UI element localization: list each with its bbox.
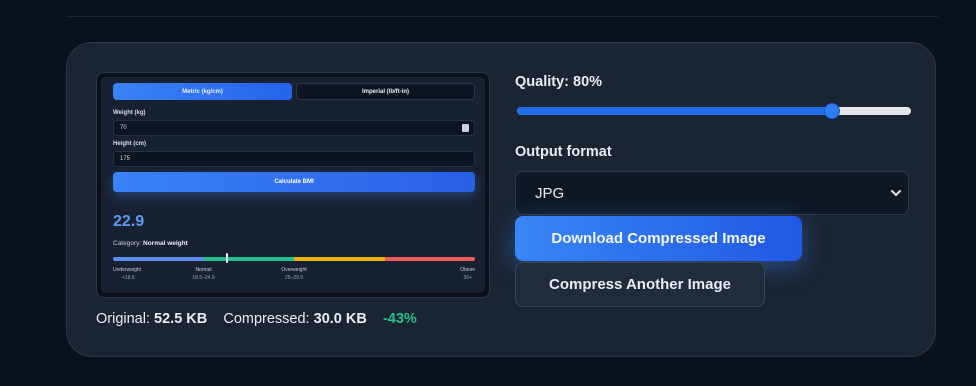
compressed-label: Compressed: bbox=[223, 311, 310, 327]
preview-scale-label-range: <18.5 bbox=[122, 275, 135, 281]
preview-scale-segment bbox=[113, 257, 204, 261]
compress-another-button[interactable]: Compress Another Image bbox=[515, 262, 765, 307]
preview-weight-field: 70 bbox=[113, 120, 475, 136]
preview-scale-segment bbox=[294, 257, 385, 261]
preview-scale-label-name: Underweight bbox=[113, 267, 142, 273]
preview-scale-label: Normal 18.5–24.9 bbox=[184, 266, 224, 282]
quality-slider-thumb[interactable] bbox=[824, 103, 841, 119]
preview-scale-label: Underweight <18.5 bbox=[113, 266, 153, 282]
preview-scale-label-range: 30+ bbox=[463, 275, 472, 281]
preview-scale-label-range: 25–29.9 bbox=[284, 275, 304, 281]
header-divider bbox=[66, 16, 938, 17]
quality-label: Quality: 80% bbox=[515, 74, 603, 90]
preview-scale-segment bbox=[384, 257, 475, 261]
size-stats: Original: 52.5 KB Compressed: 30.0 KB -4… bbox=[96, 311, 417, 327]
compressed-size: 30.0 KB bbox=[313, 311, 367, 327]
original-label: Original: bbox=[96, 311, 150, 327]
quality-slider-fill bbox=[517, 107, 833, 115]
preview-tab-imperial: Imperial (lb/ft-in) bbox=[296, 83, 475, 100]
quality-slider[interactable] bbox=[517, 103, 911, 119]
compressor-card: Metric (kg/cm) Imperial (lb/ft-in) Weigh… bbox=[66, 42, 936, 357]
preview-scale-label-range: 18.5–24.9 bbox=[192, 275, 215, 281]
chevron-down-icon bbox=[891, 190, 901, 196]
output-format-label: Output format bbox=[515, 144, 612, 160]
preview-weight-value: 70 bbox=[120, 125, 127, 131]
preview-scale-label: Obese 30+ bbox=[435, 266, 475, 282]
output-format-select[interactable]: JPG bbox=[515, 171, 909, 215]
image-preview: Metric (kg/cm) Imperial (lb/ft-in) Weigh… bbox=[96, 72, 490, 298]
preview-scale-segment bbox=[203, 257, 294, 261]
preview-bmi-marker bbox=[226, 253, 229, 263]
preview-height-label: Height (cm) bbox=[113, 141, 146, 147]
preview-category-value: Normal weight bbox=[143, 240, 188, 247]
reduction-badge: -43% bbox=[382, 311, 417, 327]
original-size: 52.5 KB bbox=[154, 311, 208, 327]
preview-bmi-value: 22.9 bbox=[113, 213, 145, 230]
preview-bmi-scale bbox=[113, 257, 475, 261]
preview-scale-label-name: Obese bbox=[460, 267, 475, 273]
preview-height-value: 175 bbox=[120, 156, 131, 162]
output-format-value: JPG bbox=[535, 184, 565, 202]
preview-bmi-calculator: Metric (kg/cm) Imperial (lb/ft-in) Weigh… bbox=[101, 77, 485, 293]
preview-scale-label-name: Normal bbox=[195, 267, 212, 273]
preview-tab-metric: Metric (kg/cm) bbox=[113, 83, 292, 100]
preview-height-field: 175 bbox=[113, 151, 475, 167]
download-compressed-button[interactable]: Download Compressed Image bbox=[515, 216, 802, 261]
preview-calculate-button: Calculate BMI bbox=[113, 172, 475, 192]
preview-weight-label: Weight (kg) bbox=[113, 110, 146, 116]
preview-category-prefix: Category: bbox=[113, 240, 142, 247]
stepper-icon bbox=[462, 124, 469, 132]
preview-category: Category: Normal weight bbox=[113, 240, 188, 247]
preview-scale-label: Overweight 25–29.9 bbox=[274, 266, 314, 282]
preview-scale-label-name: Overweight bbox=[281, 267, 307, 273]
